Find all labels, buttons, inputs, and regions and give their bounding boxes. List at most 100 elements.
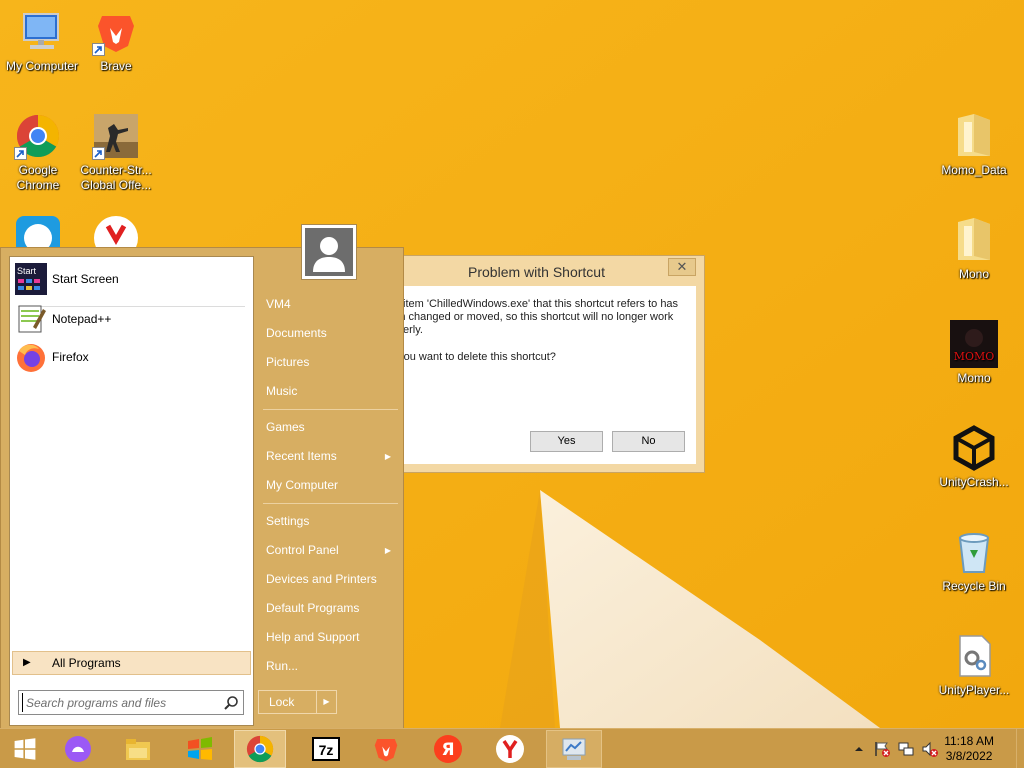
start-right-label: Music — [266, 384, 298, 398]
desktop-icon-label: Momo_Data — [941, 163, 1007, 177]
start-button[interactable] — [4, 730, 46, 768]
desktop-icon-recycle-bin[interactable]: Recycle Bin — [932, 528, 1016, 594]
desktop-icon-momo-data[interactable]: Momo_Data — [932, 112, 1016, 178]
yandex-browser-icon — [496, 735, 524, 763]
start-right-item-recent-items[interactable]: Recent Items ▶ — [259, 443, 399, 470]
start-right-item-vm4[interactable]: VM4 — [259, 291, 399, 318]
submenu-arrow-icon: ▶ — [384, 546, 391, 555]
flag-warning-icon — [875, 742, 890, 757]
clock-date: 3/8/2022 — [945, 749, 993, 763]
tray-action-center[interactable] — [873, 740, 891, 758]
search-input[interactable] — [22, 693, 217, 712]
start-right-item-music[interactable]: Music — [259, 378, 399, 405]
taskbar-yandex[interactable]: Я — [422, 730, 474, 768]
folder-icon — [958, 218, 990, 260]
start-right-item-settings[interactable]: Settings — [259, 508, 399, 535]
desktop-icon-my-computer[interactable]: My Computer — [0, 8, 84, 74]
separator — [263, 503, 398, 504]
no-button[interactable]: No — [612, 431, 685, 452]
svg-text:Start: Start — [17, 266, 37, 276]
shortcut-arrow-icon — [92, 43, 105, 56]
shortcut-arrow-icon — [92, 147, 105, 160]
start-right-item-games[interactable]: Games — [259, 414, 399, 441]
chevron-up-icon — [855, 747, 863, 751]
yes-button[interactable]: Yes — [530, 431, 603, 452]
dll-file-icon — [959, 635, 991, 677]
start-right-item-devices-and-printers[interactable]: Devices and Printers — [259, 566, 399, 593]
start-right-label: Devices and Printers — [266, 572, 377, 586]
desktop-icon-label: Momo — [957, 371, 991, 385]
taskbar-clock[interactable]: 11:18 AM 3/8/2022 — [944, 734, 994, 764]
problem-with-shortcut-dialog: Problem with Shortcut ✕ The item 'Chille… — [368, 255, 705, 473]
show-hidden-icons-button[interactable] — [850, 740, 868, 758]
start-right-label: Run... — [266, 659, 299, 673]
desktop-icon-label: Brave — [100, 59, 132, 73]
start-right-item-run[interactable]: Run... — [259, 653, 399, 680]
desktop-icon-unity-crash[interactable]: UnityCrash... — [932, 424, 1016, 490]
start-right-item-pictures[interactable]: Pictures — [259, 349, 399, 376]
pinned-item-firefox[interactable]: Firefox — [15, 341, 247, 373]
svg-text:MOMO: MOMO — [954, 350, 995, 363]
pinned-item-start-screen[interactable]: Start Start Screen — [15, 263, 247, 295]
start-right-label: Help and Support — [266, 630, 360, 644]
dialog-body: The item 'ChilledWindows.exe' that this … — [377, 286, 696, 464]
pinned-item-label: Notepad++ — [52, 312, 112, 326]
pinned-item-label: Firefox — [52, 350, 89, 364]
lock-button[interactable]: Lock ▶ — [258, 690, 337, 714]
start-right-label: Documents — [266, 326, 327, 340]
user-picture[interactable] — [301, 224, 357, 280]
start-right-item-my-computer[interactable]: My Computer — [259, 472, 399, 499]
cortana-icon — [65, 736, 91, 762]
svg-text:Я: Я — [441, 740, 454, 760]
lock-label: Lock — [269, 695, 295, 709]
start-right-item-documents[interactable]: Documents — [259, 320, 399, 347]
desktop-icon-label: My Computer — [5, 59, 79, 73]
show-desktop-button[interactable] — [1016, 729, 1024, 768]
desktop-icon-counter-strike[interactable]: Counter-Str... Global Offe... — [74, 112, 158, 193]
desktop-icon-brave[interactable]: Brave — [74, 8, 158, 74]
dialog-message: The item 'ChilledWindows.exe' that this … — [381, 298, 679, 336]
tray-volume[interactable] — [921, 740, 939, 758]
search-icon[interactable] — [223, 695, 239, 711]
start-search-box — [18, 690, 244, 715]
desktop-icon-label: Recycle Bin — [942, 579, 1006, 593]
start-right-item-help-and-support[interactable]: Help and Support — [259, 624, 399, 651]
firefox-icon — [15, 341, 47, 373]
notepad-plus-plus-icon — [15, 303, 47, 335]
taskbar-chrome[interactable] — [234, 730, 286, 768]
tray-network[interactable] — [897, 740, 915, 758]
pinned-item-label: Start Screen — [52, 272, 119, 286]
svg-text:7z: 7z — [319, 742, 334, 758]
pinned-item-notepad-plus-plus[interactable]: Notepad++ — [15, 303, 247, 335]
momo-game-icon: MOMO — [950, 320, 998, 368]
start-right-label: Recent Items — [266, 449, 337, 463]
taskbar-file-explorer[interactable] — [112, 730, 164, 768]
chrome-icon — [246, 735, 274, 763]
desktop-icon-label: Google Chrome — [16, 163, 60, 192]
start-right-item-control-panel[interactable]: Control Panel ▶ — [259, 537, 399, 564]
desktop-icon-momo[interactable]: MOMO Momo — [932, 320, 1016, 386]
dialog-close-button[interactable]: ✕ — [668, 258, 696, 276]
desktop-icon-label: Mono — [958, 267, 990, 281]
desktop-icon-label: UnityPlayer... — [938, 683, 1010, 697]
desktop-icon-unity-player[interactable]: UnityPlayer... — [932, 632, 1016, 698]
dialog-question: Do you want to delete this shortcut? — [381, 351, 556, 363]
file-explorer-icon — [126, 739, 150, 760]
taskbar-windows-flag[interactable] — [174, 730, 226, 768]
taskbar-control-panel[interactable] — [546, 730, 602, 768]
start-right-item-default-programs[interactable]: Default Programs — [259, 595, 399, 622]
taskbar-yandex-browser[interactable] — [484, 730, 536, 768]
lock-options-arrow-icon[interactable]: ▶ — [316, 691, 336, 713]
start-menu-programs-pane: Start Start Screen Notepad++ Firefox ▶ A… — [9, 256, 254, 726]
taskbar-7zip[interactable]: 7z — [300, 730, 352, 768]
desktop-icon-mono[interactable]: Mono — [932, 216, 1016, 282]
taskbar-brave[interactable] — [360, 730, 412, 768]
taskbar-cortana[interactable] — [52, 730, 104, 768]
start-right-label: Pictures — [266, 355, 310, 369]
desktop-icon-google-chrome[interactable]: Google Chrome — [0, 112, 80, 193]
start-right-label: My Computer — [266, 478, 339, 492]
start-right-label: Games — [266, 420, 305, 434]
start-right-label: Control Panel — [266, 543, 339, 557]
folder-icon — [958, 114, 990, 156]
all-programs-button[interactable]: ▶ All Programs — [12, 651, 251, 675]
